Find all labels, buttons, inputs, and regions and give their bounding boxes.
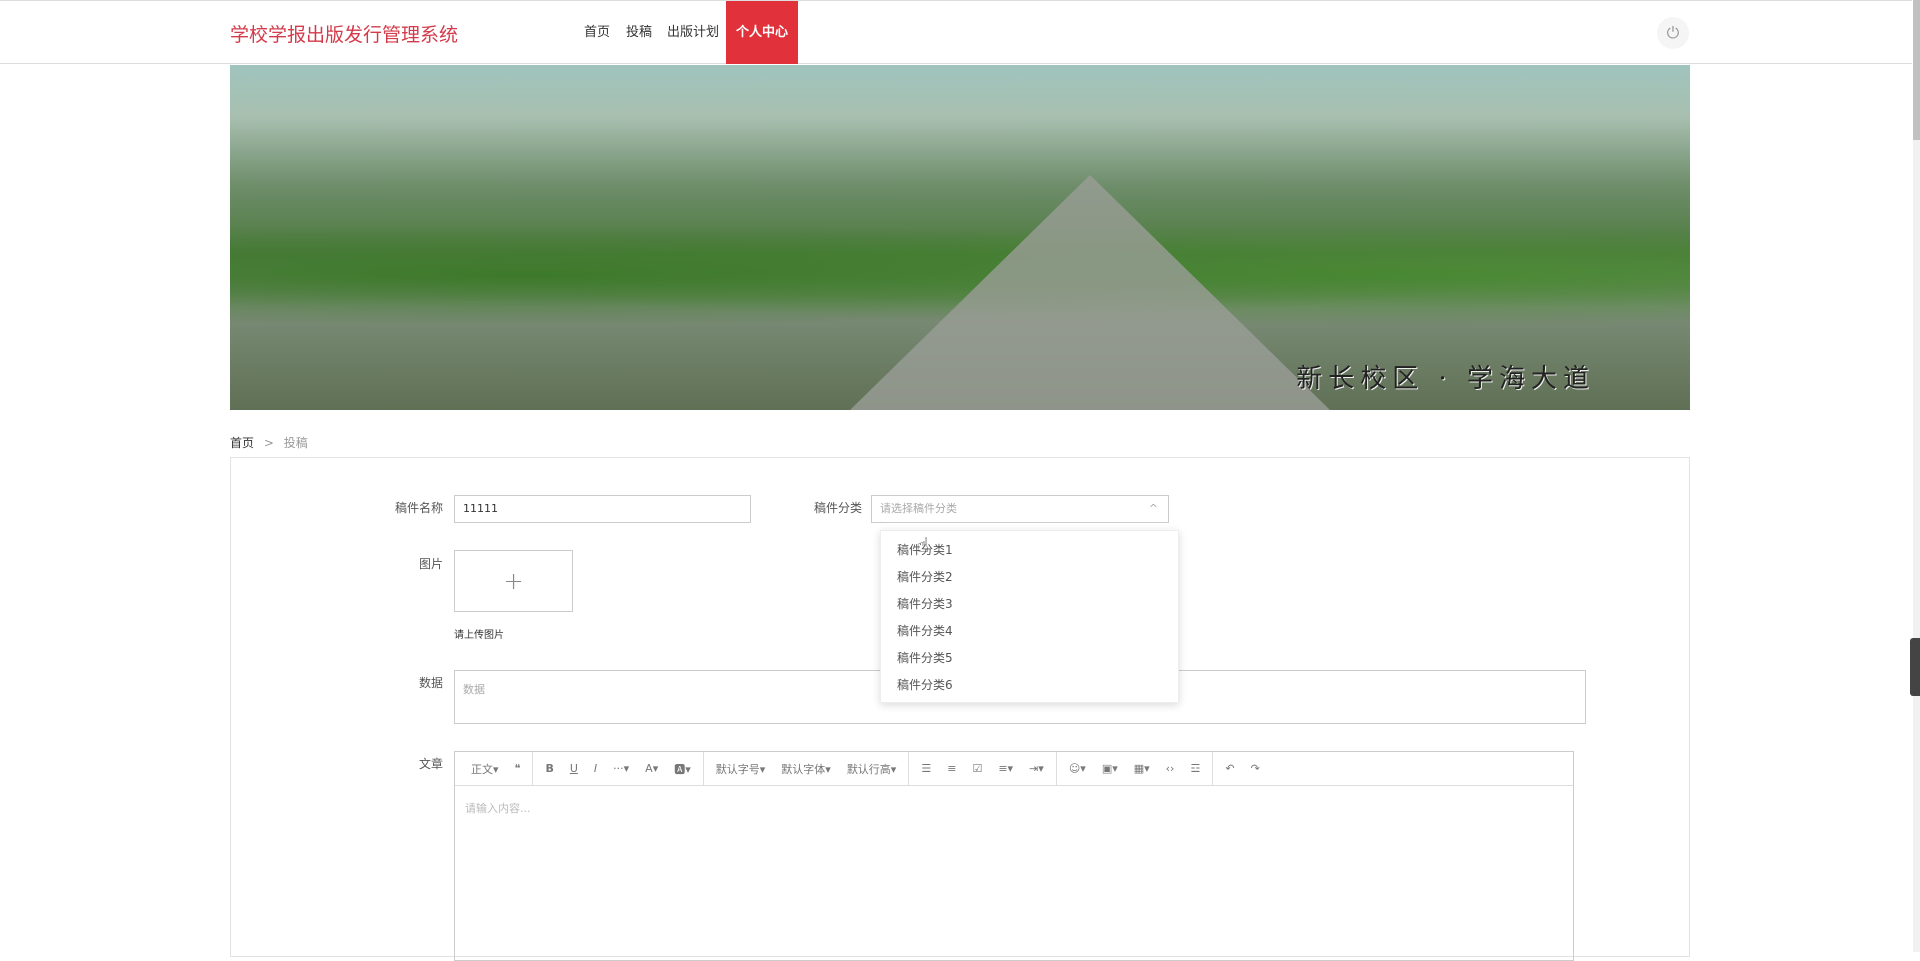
side-widget-icon[interactable] bbox=[1910, 638, 1920, 696]
power-icon[interactable]: ⏻ bbox=[1657, 17, 1689, 49]
nav-home[interactable]: 首页 bbox=[584, 1, 610, 64]
align-icon[interactable]: ≡▾ bbox=[990, 762, 1021, 775]
italic-icon[interactable]: I bbox=[586, 762, 605, 775]
category-option[interactable]: 稿件分类4 bbox=[881, 618, 1178, 645]
nav-personal-center[interactable]: 个人中心 bbox=[726, 1, 799, 64]
banner-image: 新长校区 · 学海大道 bbox=[230, 65, 1690, 410]
numbered-list-icon[interactable]: ≡ bbox=[939, 762, 964, 775]
undo-icon[interactable]: ↶ bbox=[1217, 762, 1242, 775]
emoji-icon[interactable]: ☺▾ bbox=[1061, 762, 1094, 775]
breadcrumb-home[interactable]: 首页 bbox=[230, 436, 254, 450]
breadcrumb-current: 投稿 bbox=[283, 436, 308, 450]
name-label: 稿件名称 bbox=[394, 501, 443, 515]
app-title: 学校学报出版发行管理系统 bbox=[230, 24, 459, 46]
nav-submit[interactable]: 投稿 bbox=[626, 1, 652, 64]
category-placeholder: 请选择稿件分类 bbox=[880, 502, 957, 515]
banner-caption: 新长校区 · 学海大道 bbox=[1296, 364, 1595, 394]
data-label: 数据 bbox=[418, 676, 443, 690]
category-option[interactable]: 稿件分类5 bbox=[881, 645, 1178, 672]
todo-icon[interactable]: ☑ bbox=[964, 762, 990, 775]
page-scrollbar[interactable] bbox=[1913, 0, 1920, 952]
image-upload-button[interactable]: + bbox=[454, 550, 573, 612]
font-color-icon[interactable]: A▾ bbox=[637, 762, 666, 775]
code-icon[interactable]: ‹› bbox=[1158, 762, 1183, 775]
paragraph-format-button[interactable]: 正文▾ bbox=[463, 761, 507, 777]
editor-toolbar: 正文▾ ❝ B U I ···▾ A▾ 🅰▾ 默认字号▾ 默认字体▾ 默认行高▾… bbox=[455, 751, 1573, 786]
redo-icon[interactable]: ↷ bbox=[1243, 762, 1268, 775]
article-label: 文章 bbox=[418, 757, 443, 771]
scrollbar-thumb[interactable] bbox=[1913, 0, 1920, 140]
background-color-icon[interactable]: 🅰▾ bbox=[666, 761, 699, 777]
quote-icon[interactable]: ❝ bbox=[507, 762, 529, 775]
upload-hint: 请上传图片 bbox=[454, 630, 504, 641]
indent-icon[interactable]: ⇥▾ bbox=[1021, 762, 1052, 775]
table-icon[interactable]: ▦▾ bbox=[1126, 762, 1158, 775]
breadcrumb-separator: > bbox=[263, 436, 274, 450]
chevron-up-icon: ^ bbox=[1148, 502, 1158, 515]
underline-icon[interactable]: U bbox=[562, 762, 586, 775]
image-icon[interactable]: ▣▾ bbox=[1094, 762, 1126, 775]
bullet-list-icon[interactable]: ☰ bbox=[913, 762, 939, 775]
line-height-select[interactable]: 默认行高▾ bbox=[839, 761, 905, 777]
category-option[interactable]: 稿件分类2 bbox=[881, 564, 1178, 591]
category-option[interactable]: 稿件分类3 bbox=[881, 591, 1178, 618]
nav-publish-plan[interactable]: 出版计划 bbox=[667, 1, 719, 64]
rich-text-editor[interactable]: 正文▾ ❝ B U I ···▾ A▾ 🅰▾ 默认字号▾ 默认字体▾ 默认行高▾… bbox=[454, 751, 1574, 961]
top-header: 学校学报出版发行管理系统 首页 投稿 出版计划 个人中心 ⏻ bbox=[0, 0, 1912, 64]
category-option[interactable]: 稿件分类6 bbox=[881, 672, 1178, 699]
data-placeholder: 数据 bbox=[463, 683, 485, 696]
font-family-select[interactable]: 默认字体▾ bbox=[773, 761, 839, 777]
bold-icon[interactable]: B bbox=[537, 762, 561, 775]
image-label: 图片 bbox=[418, 557, 443, 571]
divider-icon[interactable]: ☲ bbox=[1182, 762, 1208, 775]
name-input[interactable]: 11111 bbox=[454, 495, 751, 523]
breadcrumb: 首页 > 投稿 bbox=[230, 434, 308, 451]
editor-placeholder: 请输入内容... bbox=[465, 802, 531, 815]
category-label: 稿件分类 bbox=[813, 501, 862, 515]
hand-cursor-icon: ☝ bbox=[917, 533, 930, 557]
banner-road bbox=[850, 175, 1330, 410]
category-select[interactable]: 请选择稿件分类 ^ bbox=[871, 495, 1169, 523]
more-icon[interactable]: ···▾ bbox=[605, 762, 637, 775]
font-size-select[interactable]: 默认字号▾ bbox=[708, 761, 774, 777]
